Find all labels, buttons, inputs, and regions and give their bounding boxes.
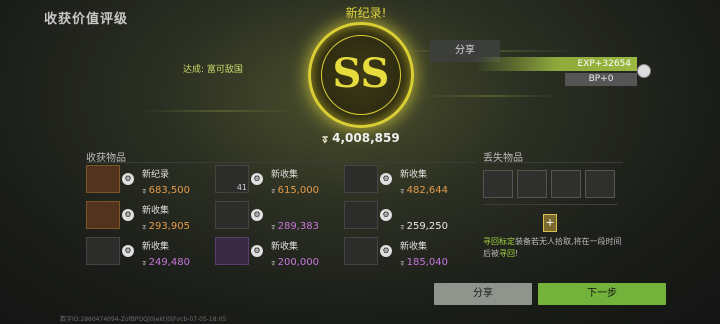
- recover-tip-highlight: 寻回标定: [483, 237, 515, 246]
- light-streak: [420, 95, 560, 97]
- loot-grid: ⚙ 新纪录 ᢌ 683,500 41 ⚙ 新收集 ᢌ 615,000 ⚙ 新收集 ᢌ 482,644 ⚙ 新…: [86, 165, 476, 285]
- item-value: ᢌ 185,040: [400, 252, 448, 268]
- next-button[interactable]: 下一步: [538, 283, 666, 305]
- item-value: ᢌ 293,905: [142, 216, 190, 232]
- loot-item[interactable]: ⚙ 新收集 ᢌ 185,040: [344, 237, 472, 268]
- item-thumbnail: [86, 201, 120, 229]
- item-thumbnail: [86, 165, 120, 193]
- item-value: ᢌ 259,250: [400, 216, 448, 232]
- lost-divider-line: [483, 204, 618, 205]
- loot-item[interactable]: ⚙ 新纪录 ᢌ 683,500: [86, 165, 214, 196]
- loot-item[interactable]: ⚙ 新收集 ᢌ 200,000: [215, 237, 343, 268]
- currency-icon: ᢌ: [142, 258, 147, 268]
- currency-icon: ᢌ: [400, 186, 405, 196]
- gear-icon: ⚙: [122, 245, 134, 257]
- achievement-text: 达成: 富可敌国: [183, 62, 243, 75]
- item-value-amount: 615,000: [277, 185, 319, 196]
- achievement-name: 富可敌国: [206, 65, 243, 75]
- item-value-amount: 249,480: [148, 257, 190, 268]
- item-value: ᢌ 289,383: [271, 216, 319, 232]
- item-value: ᢌ 482,644: [400, 180, 448, 196]
- gear-icon: ⚙: [251, 173, 263, 185]
- item-tag: 新收集: [142, 242, 170, 252]
- loot-item[interactable]: ⚙ 新收集 ᢌ 482,644: [344, 165, 472, 196]
- item-tag: 新收集: [271, 170, 299, 180]
- item-thumbnail: [215, 201, 249, 229]
- item-tag: 新收集: [142, 206, 170, 216]
- gear-icon: ⚙: [380, 209, 392, 221]
- currency-icon: ᢌ: [271, 186, 276, 196]
- item-thumbnail: [86, 237, 120, 265]
- total-amount: 4,008,859: [332, 131, 400, 145]
- gear-icon: ⚙: [380, 173, 392, 185]
- gear-icon: ⚙: [251, 245, 263, 257]
- item-value-amount: 289,383: [277, 221, 319, 232]
- ss-emblem-icon: SS: [333, 50, 390, 97]
- page-title: 收获价值评级: [44, 12, 129, 27]
- item-value: ᢌ 249,480: [142, 252, 190, 268]
- item-value-amount: 683,500: [148, 185, 190, 196]
- currency-icon: ᢌ: [322, 131, 329, 145]
- recover-tip: 寻回标定装备若无人拾取,将在一段时间后被寻回!: [483, 236, 623, 260]
- currency-icon: ᢌ: [271, 222, 276, 232]
- lost-divider: [483, 162, 623, 163]
- item-value-amount: 293,905: [148, 221, 190, 232]
- new-record-label: 新纪录!: [345, 6, 387, 20]
- item-quantity: 41: [236, 183, 247, 192]
- item-value-amount: 482,644: [406, 185, 448, 196]
- recover-tip-end: !: [515, 249, 519, 258]
- share-button[interactable]: 分享: [434, 283, 532, 305]
- gear-icon: ⚙: [380, 245, 392, 257]
- exp-gain: EXP+32654: [475, 57, 637, 71]
- item-thumbnail: [344, 237, 378, 265]
- loot-item[interactable]: ⚙ ᢌ 259,250: [344, 201, 472, 232]
- item-value-amount: 200,000: [277, 257, 319, 268]
- light-streak: [140, 110, 300, 112]
- rifle-icon[interactable]: [551, 170, 581, 198]
- gear-icon: ⚙: [122, 209, 134, 221]
- backpack-icon[interactable]: [585, 170, 615, 198]
- currency-icon: ᢌ: [400, 222, 405, 232]
- total-value: ᢌ 4,008,859: [322, 125, 400, 146]
- item-value-amount: 185,040: [406, 257, 448, 268]
- helmet-icon[interactable]: [483, 170, 513, 198]
- badge-grade: SS: [333, 50, 390, 97]
- item-tag: 新收集: [400, 170, 428, 180]
- item-value: ᢌ 683,500: [142, 180, 190, 196]
- loot-item[interactable]: ⚙ ᢌ 289,383: [215, 201, 343, 232]
- item-thumbnail: 41: [215, 165, 249, 193]
- loot-item[interactable]: ⚙ 新收集 ᢌ 293,905: [86, 201, 214, 232]
- loot-item[interactable]: ⚙ 新收集 ᢌ 249,480: [86, 237, 214, 268]
- item-tag: 新收集: [271, 242, 299, 252]
- item-thumbnail: [344, 201, 378, 229]
- currency-icon: ᢌ: [142, 222, 147, 232]
- loot-item[interactable]: 41 ⚙ 新收集 ᢌ 615,000: [215, 165, 343, 196]
- footer-id: 数字ID:2860474094-ZofBPOQ|0|ekt|0|Fvcb-07-…: [60, 316, 227, 323]
- recover-tip-highlight-2: 寻回: [499, 249, 515, 258]
- rating-badge: SS: [308, 22, 414, 128]
- gear-icon: ⚙: [122, 173, 134, 185]
- avatar[interactable]: [637, 64, 651, 78]
- item-value: ᢌ 615,000: [271, 180, 319, 196]
- item-tag: 新纪录: [142, 170, 170, 180]
- currency-icon: ᢌ: [400, 258, 405, 268]
- recover-mark-icon: +: [543, 214, 557, 232]
- item-tag: 新收集: [400, 242, 428, 252]
- item-thumbnail: [215, 237, 249, 265]
- gear-icon: ⚙: [251, 209, 263, 221]
- item-thumbnail: [344, 165, 378, 193]
- item-value-amount: 259,250: [406, 221, 448, 232]
- item-value: ᢌ 200,000: [271, 252, 319, 268]
- bp-gain: BP+0: [565, 73, 637, 86]
- currency-icon: ᢌ: [271, 258, 276, 268]
- vest-icon[interactable]: [517, 170, 547, 198]
- achievement-prefix: 达成:: [183, 65, 205, 75]
- loot-divider: [86, 162, 476, 163]
- currency-icon: ᢌ: [142, 186, 147, 196]
